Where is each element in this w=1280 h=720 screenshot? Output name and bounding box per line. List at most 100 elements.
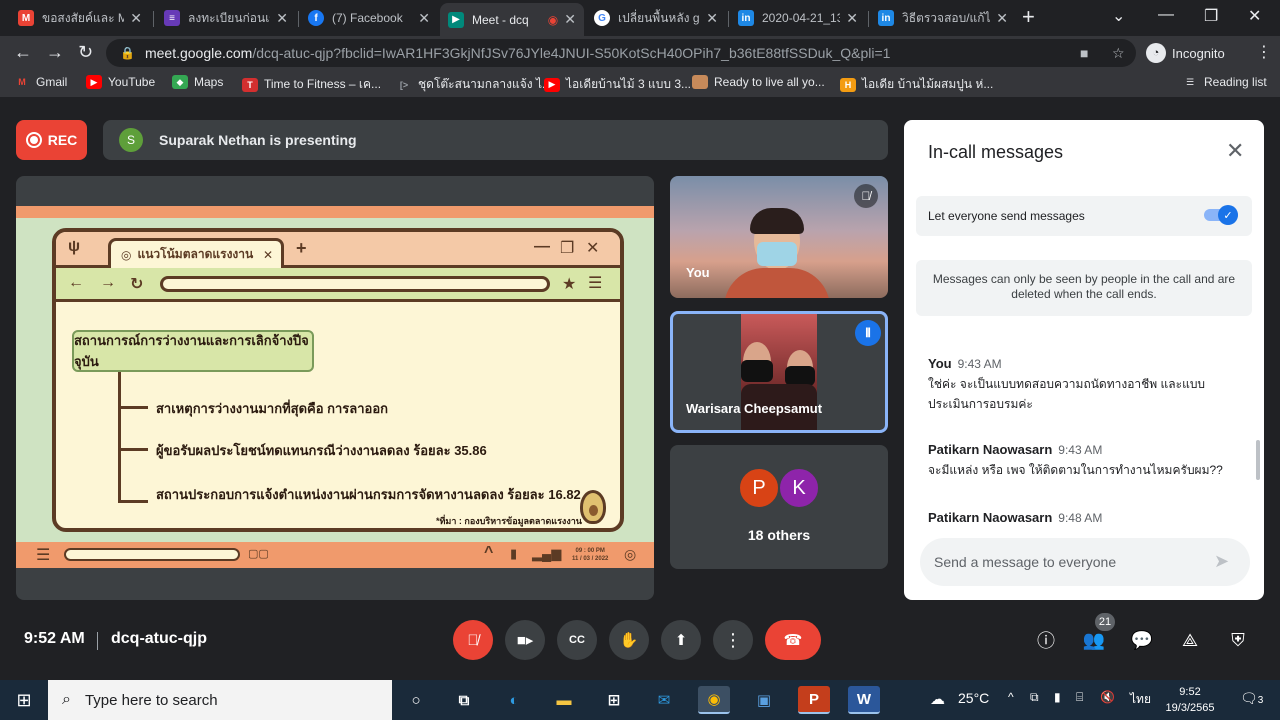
participant-avatar: P <box>738 467 780 509</box>
leave-call-button[interactable]: ☎ <box>765 620 821 660</box>
system-clock[interactable]: 9:52 19/3/2565 <box>1160 684 1220 716</box>
word-app[interactable]: W <box>848 686 880 714</box>
bookmark-item[interactable]: T Time to Fitness – เค... <box>242 75 381 94</box>
browser-tab[interactable]: in 2020-04-21_13 ✕ <box>730 5 866 31</box>
store-app[interactable]: ⊞ <box>598 686 630 714</box>
file-explorer-app[interactable]: ▬ <box>548 686 580 714</box>
chrome-app[interactable]: ◉ <box>698 686 730 714</box>
chat-scrollbar[interactable] <box>1256 440 1260 480</box>
bookmark-item[interactable]: ▶ YouTube <box>86 75 155 89</box>
volume-muted-icon[interactable]: 🔇 <box>1100 690 1115 704</box>
weather-icon[interactable]: ☁ <box>930 690 945 708</box>
plus-icon: + <box>296 238 307 258</box>
close-window-button[interactable]: ✕ <box>1248 6 1261 26</box>
close-panel-icon[interactable]: ✕ <box>1226 138 1244 164</box>
lock-icon[interactable]: 🔒 <box>120 46 135 60</box>
camera-button[interactable]: ■▸ <box>505 620 545 660</box>
sender-name: You <box>928 356 952 371</box>
bookmark-star-icon[interactable]: ☆ <box>1112 39 1125 67</box>
participant-hair <box>750 208 804 234</box>
more-options-button[interactable]: ⋮ <box>713 620 753 660</box>
close-tab-icon[interactable]: ✕ <box>846 10 858 27</box>
maximize-button[interactable]: ❐ <box>1204 6 1218 26</box>
camera-in-use-icon[interactable]: ■ <box>1080 39 1088 67</box>
send-icon[interactable]: ➤ <box>1214 551 1229 572</box>
bookmark-item[interactable]: [> ชุดโต๊ะสนามกลางแจ้ง ไ... <box>396 75 552 94</box>
gmail-icon: M <box>18 10 34 26</box>
browser-tab-strip: M ขอสงสัยค์และ Me ✕ ≡ ลงทะเบียนก่อนเข้ ✕… <box>0 0 1280 36</box>
others-tile[interactable]: P K 18 others <box>670 445 888 569</box>
minimize-button[interactable]: — <box>1158 6 1174 24</box>
message-input[interactable] <box>934 554 1194 570</box>
screen-share-tile[interactable]: ψ ◎ แนวโน้มตลาดแรงงาน ✕ + — ❐ ✕ ← → ↻ ★ … <box>16 176 654 600</box>
cortana-button[interactable]: ○ <box>400 686 432 714</box>
browser-tab[interactable]: f (7) Facebook ✕ <box>300 5 438 31</box>
photos-app[interactable]: ▣ <box>748 686 780 714</box>
notification-center[interactable]: 🗨3 <box>1240 690 1263 707</box>
host-controls-button[interactable]: ⛨ <box>1224 626 1252 654</box>
speaker-video-tile[interactable]: ⦀ Warisara Cheepsamut <box>670 311 888 433</box>
message-time: 9:43 AM <box>957 357 1002 371</box>
activities-button[interactable]: ⟁ <box>1176 626 1204 654</box>
meet-icon: ▶ <box>448 11 464 28</box>
taskbar-search[interactable]: ⌕ Type here to search <box>48 680 392 720</box>
face-mask <box>757 242 797 266</box>
close-tab-icon[interactable]: ✕ <box>418 10 430 27</box>
browser-tab[interactable]: ≡ ลงทะเบียนก่อนเข้ ✕ <box>156 5 296 31</box>
language-indicator[interactable]: ไทย <box>1130 690 1151 709</box>
tab-search-icon[interactable]: ⌄ <box>1112 6 1125 26</box>
edge-app[interactable]: ◐ <box>498 686 530 714</box>
browser-tab[interactable]: in วิธีตรวจสอบ/แก้ไ ✕ <box>870 5 1016 31</box>
incognito-indicator[interactable]: ◔ Incognito <box>1146 40 1225 66</box>
bookmark-label: YouTube <box>108 75 156 89</box>
new-tab-button[interactable]: + <box>1022 6 1035 28</box>
tab-title: ลงทะเบียนก่อนเข้ <box>188 10 271 25</box>
back-arrow-icon[interactable]: ← <box>14 42 32 63</box>
start-button[interactable]: ⊞ <box>0 680 48 720</box>
incognito-icon: ◔ <box>1146 43 1166 63</box>
mail-app[interactable]: ✉ <box>648 686 680 714</box>
meet-tray-icon[interactable]: ⧉ <box>1030 690 1039 705</box>
weather-temp[interactable]: 25°C <box>958 690 989 706</box>
raise-hand-button[interactable]: ✋ <box>609 620 649 660</box>
browser-menu-icon[interactable]: ⋮ <box>1256 42 1272 62</box>
chat-button[interactable]: 💬 <box>1128 626 1156 654</box>
slide-bullet: ผู้ขอรับผลประโยชน์ทดแทนกรณีว่างงานลดลง ร… <box>156 443 487 458</box>
notification-icon: 🗨 <box>1240 690 1258 706</box>
slide-heading: สถานการณ์การว่างงานและการเลิกจ้างปีจจุบั… <box>72 330 314 372</box>
browser-tab-active[interactable]: ▶ Meet - dcq ◉ ✕ <box>440 3 584 36</box>
powerpoint-app[interactable]: P <box>798 686 830 714</box>
meeting-info-button[interactable]: ⓘ <box>1032 626 1060 654</box>
task-view-icon: ⧉ <box>458 691 470 709</box>
message-composer: ➤ <box>920 538 1250 586</box>
network-icon[interactable]: ⌸ <box>1076 690 1083 705</box>
meeting-code: dcq-atuc-qjp <box>111 630 207 647</box>
forward-arrow-icon[interactable]: → <box>46 42 64 63</box>
close-tab-icon[interactable]: ✕ <box>996 10 1008 27</box>
browser-tab[interactable]: M ขอสงสัยค์และ Me ✕ <box>10 5 150 31</box>
bookmark-item[interactable]: M Gmail <box>14 75 67 89</box>
self-video-tile[interactable]: 🎙̸ You <box>670 176 888 298</box>
reading-list-button[interactable]: ☰ Reading list <box>1182 75 1267 89</box>
bookmark-item[interactable]: H ไอเดีย บ้านไม้ผสมปูน ห่... <box>840 75 993 94</box>
reload-icon: ↻ <box>130 276 144 293</box>
chevron-up-icon[interactable]: ^ <box>1008 690 1014 704</box>
bookmark-item[interactable]: ◆ Maps <box>172 75 223 89</box>
allow-messages-toggle[interactable]: ✓ <box>1204 205 1238 225</box>
tab-title: ขอสงสัยค์และ Me <box>42 10 125 25</box>
close-tab-icon[interactable]: ✕ <box>276 10 288 27</box>
close-tab-icon[interactable]: ✕ <box>130 10 142 27</box>
bookmark-item[interactable]: ▶ ไอเดียบ้านไม้ 3 แบบ 3... <box>544 75 691 94</box>
mic-off-button[interactable]: 🎙̸ <box>453 620 493 660</box>
mic-tray-icon[interactable]: ▮ <box>1054 690 1061 704</box>
reload-icon[interactable]: ↻ <box>78 42 93 63</box>
bookmark-item[interactable]: Ready to live all yo... <box>692 75 825 89</box>
address-bar[interactable]: 🔒 meet.google.com/dcq-atuc-qjp?fbclid=Iw… <box>106 39 1136 67</box>
browser-tab[interactable]: G เปลี่ยนพื้นหลัง gc ✕ <box>586 5 726 31</box>
close-tab-icon[interactable]: ✕ <box>706 10 718 27</box>
close-tab-icon[interactable]: ✕ <box>564 11 576 28</box>
recording-indicator[interactable]: REC <box>16 120 87 160</box>
task-view-button[interactable]: ⧉ <box>448 686 480 714</box>
captions-button[interactable]: CC <box>557 620 597 660</box>
present-button[interactable]: ⬆ <box>661 620 701 660</box>
